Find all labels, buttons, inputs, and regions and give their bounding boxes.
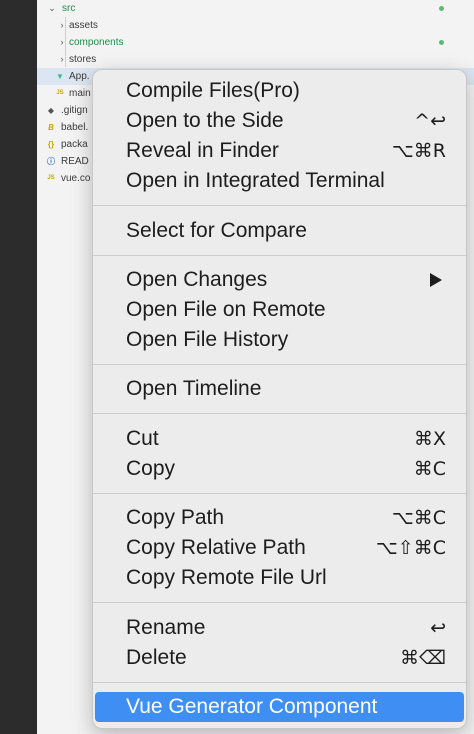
tree-item-label: vue.co: [61, 173, 91, 184]
menu-item-shortcut: ⌥⇧⌘C: [375, 537, 446, 559]
menu-item-label: Compile Files(Pro): [126, 79, 300, 102]
babel-file-icon: B: [48, 123, 54, 132]
menu-separator: [93, 255, 466, 256]
tree-item-label: src: [62, 3, 76, 14]
menu-item-label: Vue Generator Component: [126, 695, 378, 718]
menu-item-label: Open Changes: [126, 268, 268, 291]
menu-item-label: Select for Compare: [126, 219, 307, 242]
git-status-dot: [439, 6, 444, 11]
chevron-right-icon: ›: [60, 20, 64, 30]
menu-item-label: Open Timeline: [126, 377, 262, 400]
menu-item-label: Open File History: [126, 328, 289, 351]
tree-item-label: .gitign: [61, 105, 88, 116]
chevron-right-icon: ›: [60, 37, 64, 47]
menu-item-open-in-terminal[interactable]: Open in Integrated Terminal: [93, 166, 466, 196]
menu-item-vue-generator-component[interactable]: Vue Generator Component: [95, 692, 464, 722]
tree-item-label: App.: [69, 71, 90, 82]
menu-item-label: Open in Integrated Terminal: [126, 169, 385, 192]
menu-item-label: Open to the Side: [126, 109, 284, 132]
menu-item-compile-files[interactable]: Compile Files(Pro): [93, 76, 466, 106]
menu-item-cut[interactable]: Cut ⌘X: [93, 424, 466, 454]
menu-item-shortcut: ⌥⌘R: [391, 140, 446, 162]
menu-item-label: Copy: [126, 457, 176, 480]
submenu-arrow-icon: [430, 273, 442, 287]
tree-item-label: assets: [69, 20, 98, 31]
chevron-right-icon: ›: [60, 54, 64, 64]
menu-separator: [93, 682, 466, 683]
menu-item-open-file-on-remote[interactable]: Open File on Remote: [93, 295, 466, 325]
menu-item-label: Delete: [126, 646, 187, 669]
menu-item-copy-remote-file-url[interactable]: Copy Remote File Url: [93, 563, 466, 593]
tree-item-label: components: [69, 37, 124, 48]
menu-item-open-file-history[interactable]: Open File History: [93, 325, 466, 355]
git-status-dot: [439, 40, 444, 45]
menu-item-shortcut: ⌘⌫: [400, 647, 446, 669]
menu-item-label: Reveal in Finder: [126, 139, 279, 162]
menu-item-copy-path[interactable]: Copy Path ⌥⌘C: [93, 503, 466, 533]
activity-bar: [0, 0, 37, 734]
tree-folder-components[interactable]: › components: [37, 34, 474, 51]
vue-file-icon: ▼: [56, 72, 64, 81]
javascript-file-icon: JS: [56, 90, 64, 96]
menu-item-rename[interactable]: Rename ↩: [93, 613, 466, 643]
menu-item-shortcut: ⌥⌘C: [391, 507, 446, 529]
tree-item-label: packa: [61, 139, 88, 150]
menu-item-delete[interactable]: Delete ⌘⌫: [93, 643, 466, 673]
git-file-icon: ◆: [47, 106, 55, 115]
tree-folder-src[interactable]: ⌄ src: [37, 0, 474, 17]
menu-item-copy[interactable]: Copy ⌘C: [93, 454, 466, 484]
info-file-icon: ⓘ: [47, 157, 55, 166]
tree-folder-assets[interactable]: › assets: [37, 17, 474, 34]
javascript-file-icon: JS: [47, 175, 55, 181]
menu-item-label: Copy Remote File Url: [126, 566, 327, 589]
menu-item-shortcut: ↩: [430, 617, 446, 639]
menu-item-label: Cut: [126, 427, 159, 450]
menu-item-label: Copy Relative Path: [126, 536, 306, 559]
menu-item-shortcut: ^↩: [414, 110, 446, 132]
menu-item-copy-relative-path[interactable]: Copy Relative Path ⌥⇧⌘C: [93, 533, 466, 563]
tree-folder-stores[interactable]: › stores: [37, 51, 474, 68]
menu-item-open-changes[interactable]: Open Changes: [93, 265, 466, 295]
menu-item-shortcut: ⌘X: [413, 428, 446, 450]
tree-item-label: babel.: [61, 122, 89, 133]
json-file-icon: {}: [47, 140, 55, 149]
menu-separator: [93, 205, 466, 206]
menu-separator: [93, 413, 466, 414]
menu-item-reveal-in-finder[interactable]: Reveal in Finder ⌥⌘R: [93, 136, 466, 166]
menu-item-open-timeline[interactable]: Open Timeline: [93, 374, 466, 404]
menu-item-label: Open File on Remote: [126, 298, 326, 321]
menu-item-label: Copy Path: [126, 506, 225, 529]
tree-item-label: main: [69, 88, 91, 99]
context-menu: Compile Files(Pro) Open to the Side ^↩ R…: [92, 69, 467, 729]
tree-item-label: READ: [61, 156, 89, 167]
menu-item-select-for-compare[interactable]: Select for Compare: [93, 216, 466, 246]
chevron-down-icon: ⌄: [48, 3, 56, 13]
menu-item-open-to-side[interactable]: Open to the Side ^↩: [93, 106, 466, 136]
menu-separator: [93, 602, 466, 603]
menu-item-shortcut: ⌘C: [413, 458, 446, 480]
menu-separator: [93, 364, 466, 365]
menu-item-label: Rename: [126, 616, 206, 639]
menu-separator: [93, 493, 466, 494]
tree-item-label: stores: [69, 54, 97, 65]
